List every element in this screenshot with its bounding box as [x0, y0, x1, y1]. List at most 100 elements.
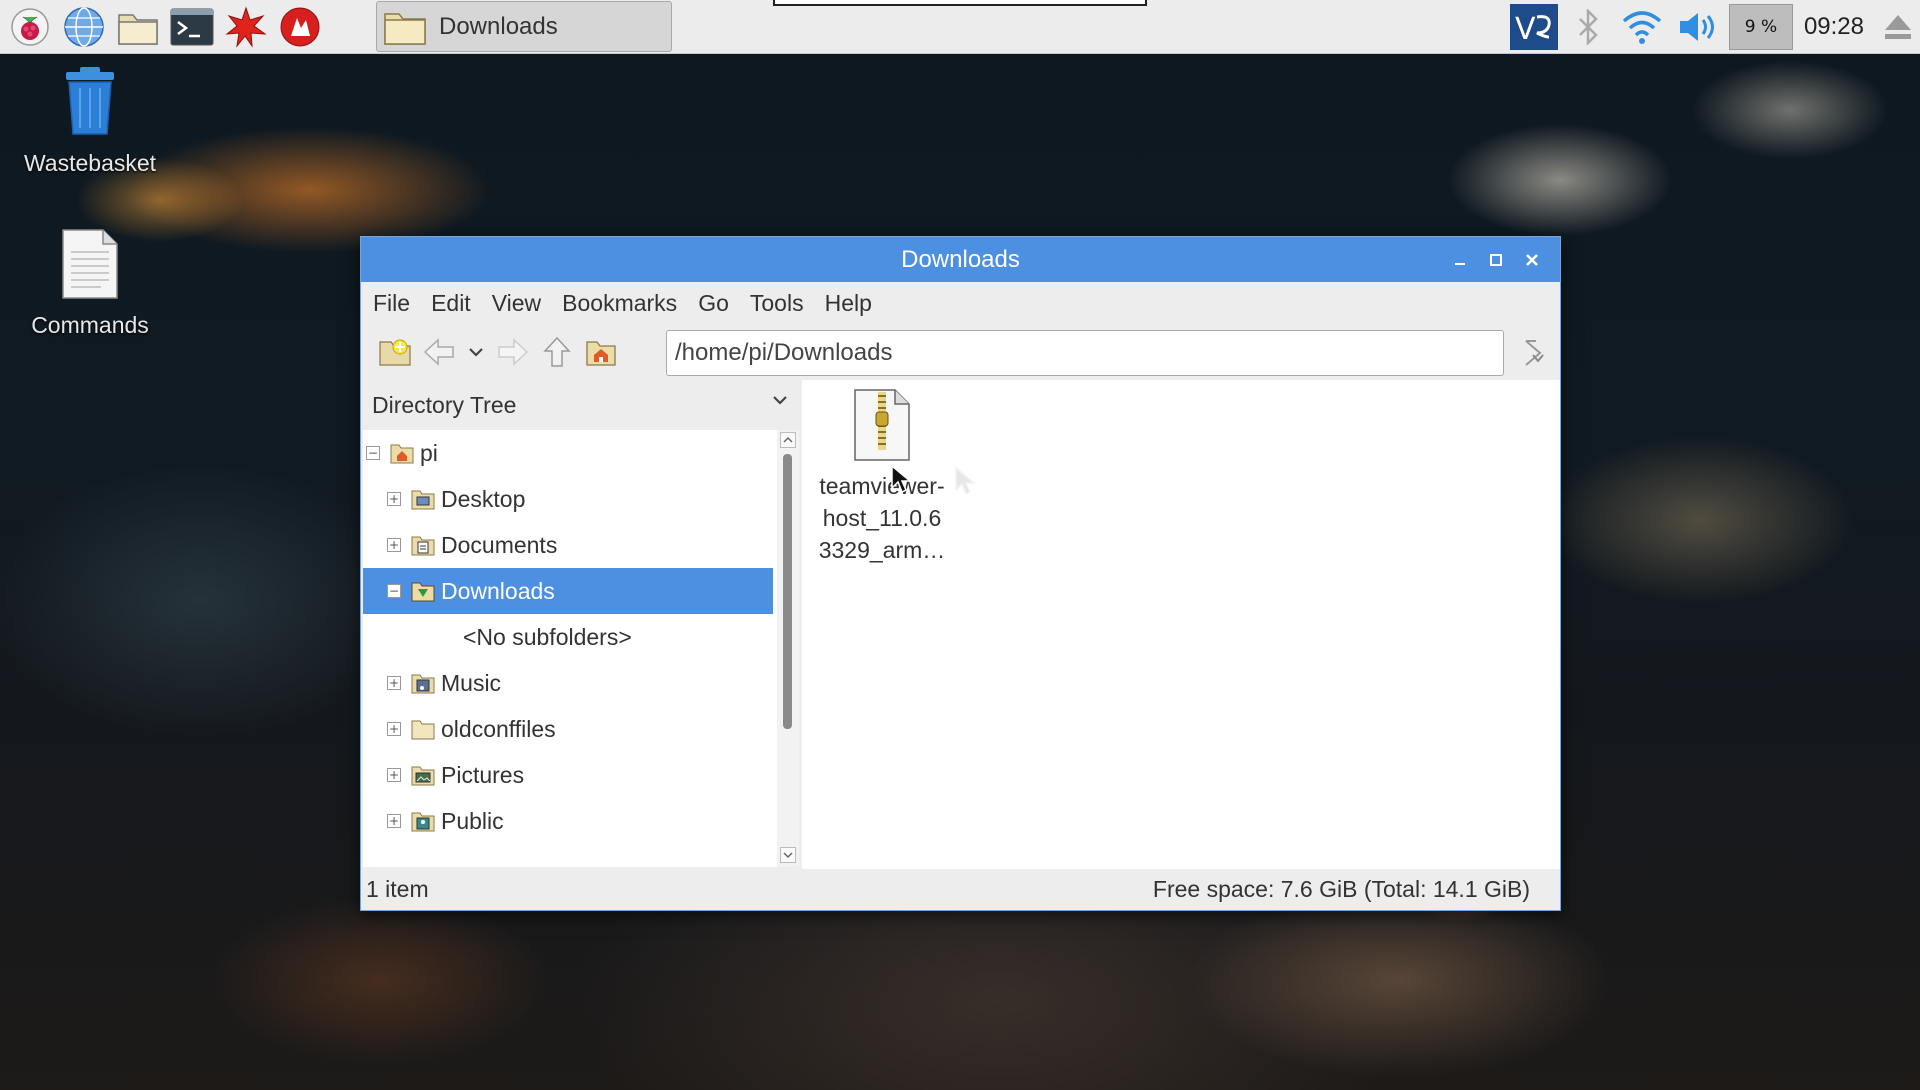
- tree-item-pictures[interactable]: + Pictures: [363, 752, 773, 798]
- tree-item-label: Music: [441, 669, 502, 696]
- expand-toggle[interactable]: +: [387, 722, 401, 736]
- close-icon: [1526, 253, 1538, 266]
- desktop-icon-label: Wastebasket: [23, 150, 157, 176]
- expand-toggle[interactable]: +: [387, 492, 401, 506]
- desktop-icon-label: Commands: [31, 312, 149, 338]
- path-input[interactable]: [666, 330, 1504, 376]
- taskbar: Downloads V 9 % 09:28: [0, 0, 1920, 54]
- taskbar-window-downloads[interactable]: Downloads: [376, 1, 672, 52]
- scroll-up-button[interactable]: [780, 432, 796, 448]
- zip-archive-icon: [854, 389, 910, 461]
- tree-item-label: <No subfolders>: [463, 623, 632, 650]
- tree-item-pi[interactable]: − pi: [363, 430, 773, 476]
- file-manager-icon[interactable]: [114, 3, 162, 51]
- tree-item-label: pi: [420, 439, 438, 466]
- home-button[interactable]: [579, 330, 623, 374]
- up-button[interactable]: [535, 330, 579, 374]
- vnc-icon[interactable]: V: [1506, 0, 1562, 54]
- wifi-icon[interactable]: [1614, 0, 1670, 54]
- menu-bookmarks[interactable]: Bookmarks: [562, 290, 677, 317]
- raspberry-menu-icon[interactable]: [6, 3, 54, 51]
- menu-help[interactable]: Help: [825, 290, 872, 317]
- sidebar-mode-selector[interactable]: Directory Tree: [361, 380, 801, 430]
- chevron-up-icon: [783, 436, 793, 443]
- go-button[interactable]: [1511, 330, 1555, 374]
- file-name-line-3: 3329_arm…: [818, 537, 946, 563]
- public-folder-icon: [411, 812, 435, 832]
- menu-go[interactable]: Go: [698, 290, 729, 317]
- bluetooth-icon[interactable]: [1562, 0, 1614, 54]
- file-manager-window: Downloads File Edit View Bookmarks Go To…: [360, 236, 1561, 911]
- desktop-folder-icon: [411, 490, 435, 510]
- menu-file[interactable]: File: [373, 290, 410, 317]
- tree-scrollbar[interactable]: [777, 430, 799, 867]
- window-titlebar[interactable]: Downloads: [361, 237, 1560, 282]
- tree-item-desktop[interactable]: + Desktop: [363, 476, 773, 522]
- desktop-icon-wastebasket[interactable]: Wastebasket: [0, 66, 180, 177]
- sidebar-mode-label: Directory Tree: [372, 391, 517, 418]
- wastebasket-icon: [66, 67, 114, 135]
- file-view[interactable]: teamviewer- host_11.0.6 3329_arm…: [802, 380, 1560, 869]
- forward-arrow-icon: [498, 338, 529, 366]
- collapse-toggle[interactable]: −: [366, 446, 380, 460]
- tree-item-downloads[interactable]: − Downloads: [363, 568, 773, 614]
- pictures-folder-icon: [411, 766, 435, 786]
- window-title: Downloads: [901, 245, 1020, 273]
- expand-toggle[interactable]: +: [387, 676, 401, 690]
- menu-bar: File Edit View Bookmarks Go Tools Help: [361, 282, 1560, 324]
- window-body: Directory Tree − pi + Desktop + Document…: [361, 380, 1560, 869]
- folder-icon: [411, 720, 435, 740]
- file-name-line-2: host_11.0.6: [822, 505, 942, 531]
- tree-item-oldconffiles[interactable]: + oldconffiles: [363, 706, 773, 752]
- close-button[interactable]: [1514, 242, 1550, 278]
- expand-toggle[interactable]: +: [387, 814, 401, 828]
- scrollbar-thumb[interactable]: [783, 454, 792, 729]
- menu-edit[interactable]: Edit: [431, 290, 471, 317]
- eject-icon[interactable]: [1876, 0, 1920, 54]
- chevron-down-icon: [773, 396, 787, 405]
- wolfram-icon[interactable]: [276, 3, 324, 51]
- menu-view[interactable]: View: [492, 290, 541, 317]
- maximize-button[interactable]: [1478, 242, 1514, 278]
- chevron-down-icon: [469, 348, 483, 357]
- file-item[interactable]: teamviewer- host_11.0.6 3329_arm…: [812, 388, 952, 566]
- mathematica-icon[interactable]: [222, 3, 270, 51]
- item-count: 1 item: [366, 876, 429, 902]
- collapse-toggle[interactable]: −: [387, 584, 401, 598]
- screen-selection-box: [773, 0, 1147, 6]
- tree-item-label: Downloads: [441, 577, 555, 604]
- directory-tree: − pi + Desktop + Documents − Downloads <…: [363, 430, 799, 867]
- scroll-down-button[interactable]: [780, 847, 796, 863]
- go-arrow-icon: [1525, 340, 1544, 366]
- desktop-icon-commands[interactable]: Commands: [0, 228, 180, 339]
- expand-toggle[interactable]: +: [387, 768, 401, 782]
- tree-item-label: Pictures: [441, 761, 525, 788]
- cpu-monitor[interactable]: 9 %: [1726, 0, 1796, 54]
- terminal-icon[interactable]: [168, 3, 216, 51]
- tree-item-documents[interactable]: + Documents: [363, 522, 773, 568]
- file-name-line-1: teamviewer-: [819, 473, 945, 499]
- taskbar-window-label: Downloads: [439, 12, 558, 40]
- volume-icon[interactable]: [1670, 0, 1726, 54]
- drag-ghost-cursor-icon: [955, 466, 976, 496]
- history-dropdown-button[interactable]: [461, 330, 491, 374]
- system-tray: V 9 % 09:28: [1506, 0, 1920, 54]
- maximize-icon: [1490, 253, 1502, 266]
- web-browser-icon[interactable]: [60, 3, 108, 51]
- menu-tools[interactable]: Tools: [750, 290, 804, 317]
- tree-item-public[interactable]: + Public: [363, 798, 773, 844]
- tree-item-music[interactable]: + Music: [363, 660, 773, 706]
- new-tab-icon: [379, 339, 411, 366]
- clock[interactable]: 09:28: [1804, 13, 1864, 41]
- forward-button[interactable]: [491, 330, 535, 374]
- tree-item-label: Documents: [441, 531, 558, 558]
- new-tab-button[interactable]: [373, 330, 417, 374]
- status-bar: 1 item Free space: 7.6 GiB (Total: 14.1 …: [361, 869, 1560, 910]
- back-button[interactable]: [417, 330, 461, 374]
- folder-icon: [384, 12, 426, 45]
- cpu-usage-text: 9 %: [1744, 17, 1778, 37]
- minimize-button[interactable]: [1442, 242, 1478, 278]
- expand-toggle[interactable]: +: [387, 538, 401, 552]
- svg-text:V: V: [1515, 12, 1536, 47]
- mouse-cursor-icon: [891, 464, 912, 494]
